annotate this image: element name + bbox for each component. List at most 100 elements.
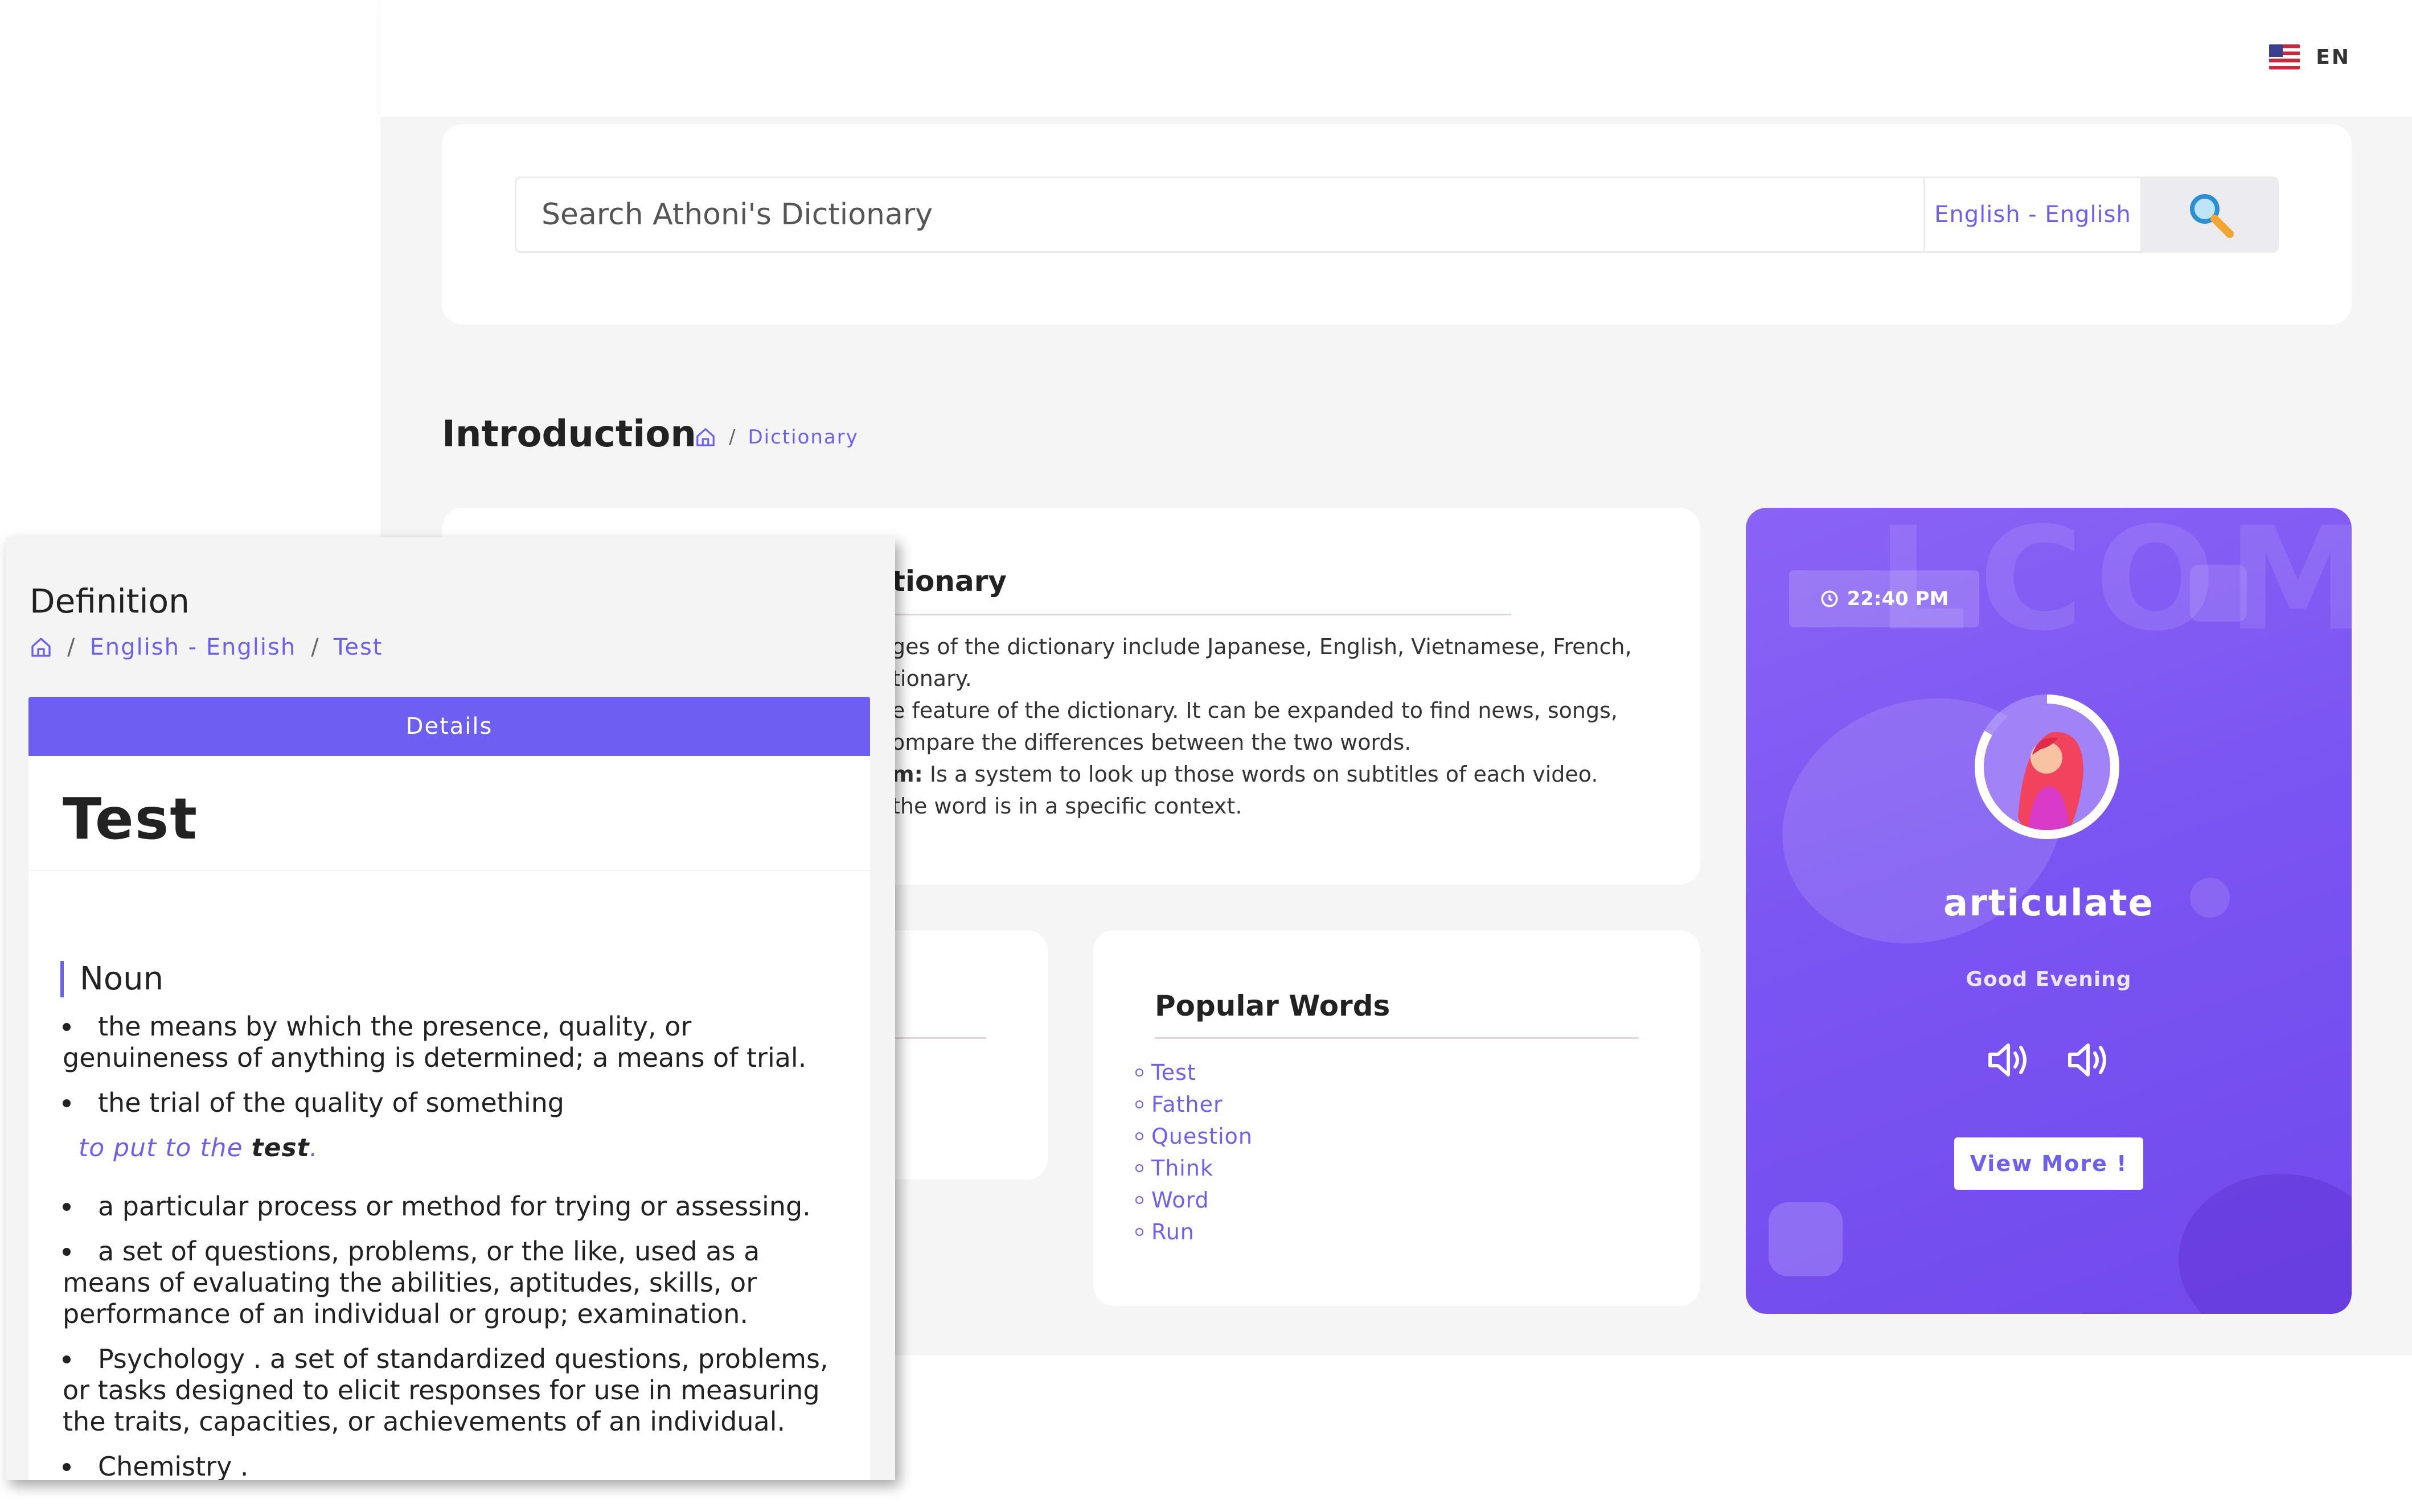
decorative-blob: [2179, 1174, 2352, 1314]
breadcrumb-separator: /: [67, 634, 75, 660]
popular-word-item[interactable]: Run: [1135, 1216, 1253, 1248]
sense-text: the trial of the quality of something: [98, 1087, 564, 1118]
speaker-icon: [1988, 1043, 2027, 1077]
search-input[interactable]: Search Athoni's Dictionary: [515, 176, 1923, 253]
popular-word-link[interactable]: Father: [1151, 1088, 1223, 1120]
search-icon: [2190, 194, 2234, 238]
intro-line: e feature of the dictionary. It can be e…: [892, 698, 1618, 723]
popular-words-title: Popular Words: [1155, 989, 1390, 1022]
example-sentence: to put to the test.: [79, 1132, 848, 1164]
divider: [1155, 1037, 1639, 1039]
popular-word-item[interactable]: Word: [1135, 1184, 1253, 1216]
time-badge: 22:40 PM: [1789, 570, 1979, 627]
speaker-icon: [2068, 1043, 2106, 1077]
popular-word-link[interactable]: Word: [1151, 1184, 1209, 1216]
details-tab[interactable]: Details: [28, 697, 870, 756]
bold-fragment: m:: [892, 762, 923, 787]
bullet-icon: [63, 1355, 71, 1363]
popular-word-link[interactable]: Run: [1151, 1216, 1195, 1248]
sense-item: a particular process or method for tryin…: [63, 1191, 848, 1222]
bullet-icon: [1135, 1132, 1143, 1140]
example-word: test: [251, 1133, 310, 1162]
sense-text: the means by which the presence, quality…: [63, 1011, 807, 1073]
intro-line: the word is in a specific context.: [892, 794, 1242, 819]
part-of-speech: Noun: [60, 961, 163, 997]
sense-text: a particular process or method for tryin…: [98, 1191, 811, 1222]
popular-word-item[interactable]: Test: [1135, 1057, 1253, 1088]
entry-card: Test Noun the means by which the presenc…: [28, 756, 870, 1480]
decorative-blob: [2190, 565, 2247, 622]
avatar: [1975, 695, 2119, 839]
language-code: EN: [2316, 45, 2351, 69]
divider: [886, 1037, 986, 1039]
sense-item: Psychology . a set of standardized quest…: [63, 1343, 848, 1437]
pronunciation-controls: [1985, 1037, 2116, 1083]
home-icon[interactable]: [30, 636, 52, 659]
bullet-icon: [1135, 1164, 1143, 1172]
popular-words-list: Test Father Question Think Word Run: [1135, 1057, 1253, 1248]
home-icon[interactable]: [695, 426, 716, 448]
bullet-icon: [63, 1203, 71, 1211]
sense-text: Psychology . a set of standardized quest…: [63, 1343, 828, 1437]
example-prefix: to put to the: [79, 1133, 243, 1162]
bullet-icon: [63, 1248, 71, 1256]
divider: [28, 870, 870, 871]
breadcrumb-language-pair[interactable]: English - English: [89, 634, 296, 660]
intro-line: ompare the differences between the two w…: [892, 730, 1412, 755]
top-navbar: EN: [380, 0, 2412, 117]
intro-line-text: Is a system to look up those words on su…: [929, 762, 1598, 787]
speaker-uk-button[interactable]: [1985, 1037, 2036, 1083]
speaker-us-button[interactable]: [2065, 1037, 2116, 1083]
us-flag-icon: [2269, 44, 2300, 69]
clock-icon: [1821, 590, 1838, 607]
intro-line: m: Is a system to look up those words on…: [892, 758, 1632, 790]
breadcrumb-word[interactable]: Test: [334, 634, 383, 660]
featured-word: articulate: [1943, 882, 2154, 925]
bullet-icon: [1135, 1228, 1143, 1236]
intro-line: ges of the dictionary include Japanese, …: [892, 634, 1632, 659]
page-title: Introduction: [442, 413, 696, 455]
intro-line: tionary.: [892, 666, 972, 691]
language-pair-select[interactable]: English - English: [1923, 176, 2142, 253]
definition-title: Definition: [30, 582, 190, 621]
bullet-icon: [1135, 1100, 1143, 1108]
breadcrumb-dictionary[interactable]: Dictionary: [748, 426, 858, 449]
language-switcher[interactable]: EN: [2269, 44, 2351, 69]
popular-word-item[interactable]: Father: [1135, 1088, 1253, 1120]
bullet-icon: [63, 1023, 71, 1031]
intro-text: ges of the dictionary include Japanese, …: [892, 631, 1632, 822]
sense-item: a set of questions, problems, or the lik…: [63, 1236, 848, 1330]
entry-word: Test: [63, 786, 199, 852]
divider: [892, 614, 1511, 615]
popular-words-card: Popular Words Test Father Question Think…: [1093, 930, 1700, 1306]
bullet-icon: [63, 1463, 71, 1471]
bullet-icon: [1135, 1069, 1143, 1077]
breadcrumb: / Dictionary: [695, 426, 859, 449]
word-of-the-day-card: LCOM 22:40 PM articulate Good Evening Vi…: [1746, 508, 2352, 1314]
time-text: 22:40 PM: [1847, 587, 1949, 610]
popular-word-link[interactable]: Test: [1151, 1057, 1196, 1088]
search-card: Search Athoni's Dictionary English - Eng…: [442, 124, 2352, 324]
view-more-button[interactable]: View More !: [1954, 1137, 2143, 1190]
senses-list: the means by which the presence, quality…: [63, 1011, 848, 1480]
search-button[interactable]: [2142, 176, 2279, 253]
bullet-icon: [1135, 1196, 1143, 1204]
breadcrumb-separator: /: [311, 634, 319, 660]
definition-panel: Definition / English - English / Test De…: [6, 537, 895, 1480]
example-suffix: .: [309, 1133, 318, 1162]
sense-item: the trial of the quality of something: [63, 1087, 848, 1119]
popular-word-link[interactable]: Question: [1151, 1120, 1253, 1152]
sense-text: Chemistry .: [98, 1451, 249, 1480]
popular-word-item[interactable]: Think: [1135, 1152, 1253, 1184]
breadcrumb-separator: /: [729, 426, 736, 449]
intro-heading: tionary: [892, 565, 1007, 598]
decorative-blob: [1769, 1202, 1843, 1276]
bullet-icon: [63, 1099, 71, 1107]
popular-word-item[interactable]: Question: [1135, 1120, 1253, 1152]
sense-text: a set of questions, problems, or the lik…: [63, 1236, 760, 1329]
sense-item: the means by which the presence, quality…: [63, 1011, 848, 1074]
avatar-image: [1984, 704, 2110, 830]
definition-breadcrumb: / English - English / Test: [30, 634, 383, 660]
popular-word-link[interactable]: Think: [1151, 1152, 1213, 1184]
sense-item: Chemistry .: [63, 1451, 848, 1480]
